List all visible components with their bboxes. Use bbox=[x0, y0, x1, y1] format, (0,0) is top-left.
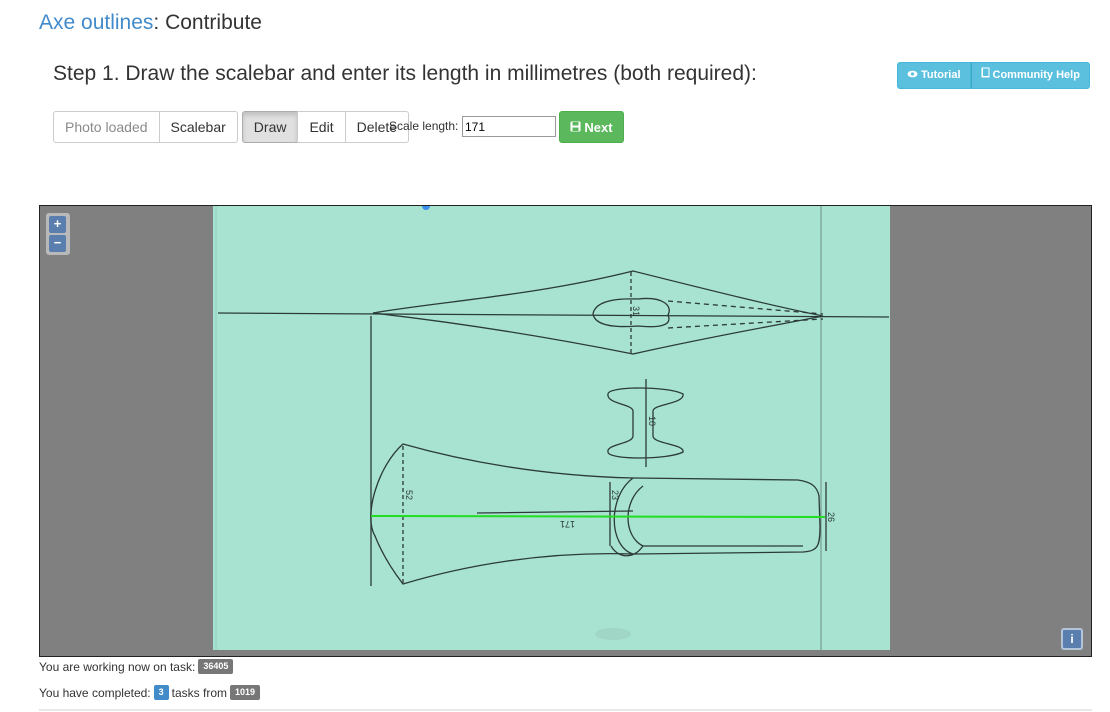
scale-length-input[interactable] bbox=[462, 116, 556, 137]
page-title-suffix: : Contribute bbox=[153, 11, 262, 34]
zoom-out-button[interactable]: − bbox=[49, 235, 66, 252]
edit-button[interactable]: Edit bbox=[297, 111, 346, 143]
label-dim-10: 10 bbox=[647, 416, 657, 426]
eye-icon bbox=[907, 62, 918, 89]
task-id-badge: 36405 bbox=[198, 659, 234, 674]
scale-length-label: Scale length: bbox=[389, 119, 459, 133]
paper-stain bbox=[595, 628, 631, 640]
info-button[interactable]: i bbox=[1061, 628, 1083, 650]
photo-loaded-button: Photo loaded bbox=[53, 111, 160, 143]
working-text: You are working now on task: bbox=[39, 659, 196, 674]
working-task-line: You are working now on task: 36405 bbox=[39, 659, 234, 674]
label-dim-31: 31 bbox=[631, 306, 641, 316]
book-icon bbox=[981, 62, 990, 89]
scalebar-line bbox=[370, 515, 826, 518]
next-label: Next bbox=[584, 119, 613, 135]
bottom-divider bbox=[39, 709, 1092, 711]
step-title: Step 1. Draw the scalebar and enter its … bbox=[53, 62, 757, 85]
label-dim-26: 26 bbox=[826, 512, 836, 522]
axe-drawing-photo[interactable]: 31 10 52 23 171 26 bbox=[213, 206, 890, 650]
community-help-button[interactable]: Community Help bbox=[970, 62, 1090, 89]
help-button-group: Tutorial Community Help bbox=[897, 62, 1090, 89]
tutorial-button[interactable]: Tutorial bbox=[897, 62, 971, 89]
axe-outlines-link[interactable]: Axe outlines bbox=[39, 11, 153, 34]
completed-line: You have completed: 3 tasks from 1019 bbox=[39, 685, 261, 700]
zoom-control: + − bbox=[46, 213, 70, 255]
completed-count-badge: 3 bbox=[153, 685, 169, 700]
community-help-label: Community Help bbox=[992, 69, 1080, 81]
save-icon bbox=[570, 120, 581, 135]
completed-prefix: You have completed: bbox=[39, 685, 151, 700]
tasks-from-text: tasks from bbox=[171, 685, 227, 700]
scalebar-button[interactable]: Scalebar bbox=[158, 111, 238, 143]
zoom-in-button[interactable]: + bbox=[49, 216, 66, 233]
label-dim-23: 23 bbox=[610, 490, 620, 500]
toolbar: Photo loaded Scalebar Draw Edit Delete bbox=[53, 111, 410, 143]
draw-button[interactable]: Draw bbox=[241, 111, 299, 143]
tutorial-label: Tutorial bbox=[921, 69, 961, 81]
paper-background bbox=[213, 206, 890, 650]
page-title: Axe outlines: Contribute bbox=[39, 9, 262, 37]
next-button[interactable]: Next bbox=[559, 111, 624, 143]
label-dim-171: 171 bbox=[560, 519, 575, 529]
total-tasks-badge: 1019 bbox=[230, 685, 261, 700]
label-dim-52: 52 bbox=[404, 490, 414, 500]
image-viewer[interactable]: 31 10 52 23 171 26 + − i bbox=[39, 205, 1092, 657]
